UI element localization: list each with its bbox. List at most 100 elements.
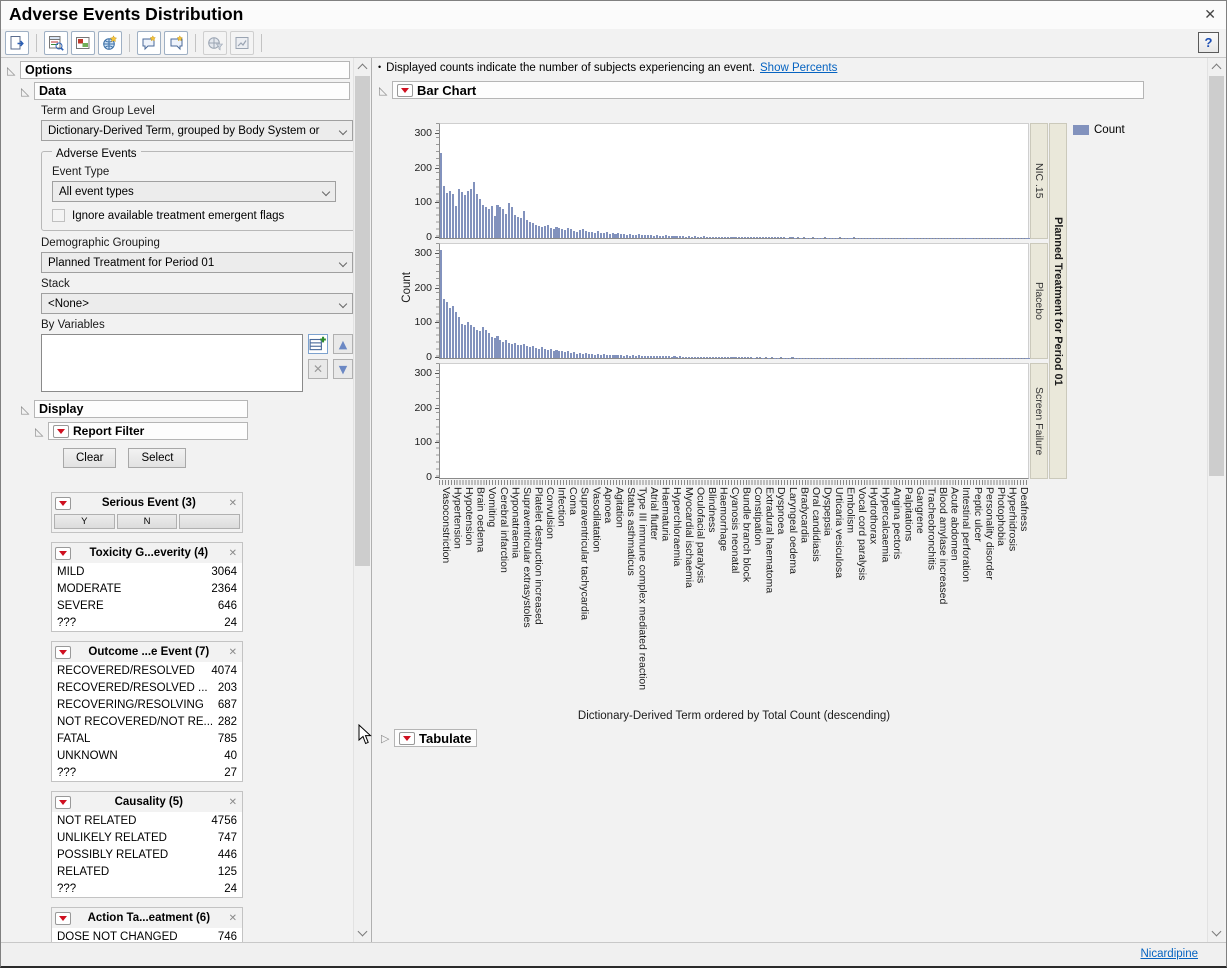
bar[interactable] <box>697 237 699 238</box>
bar[interactable] <box>638 234 640 238</box>
bar[interactable] <box>488 209 490 238</box>
bar[interactable] <box>691 357 693 358</box>
collapse-triangle-icon[interactable]: ◺ <box>35 425 48 438</box>
bar[interactable] <box>730 357 732 358</box>
bar[interactable] <box>744 237 746 238</box>
bar[interactable] <box>650 235 652 238</box>
red-triangle-menu-icon[interactable] <box>399 732 415 745</box>
bar[interactable] <box>653 356 655 358</box>
bar[interactable] <box>623 356 625 358</box>
bar[interactable] <box>479 331 481 358</box>
bar[interactable] <box>756 237 758 238</box>
bar[interactable] <box>635 235 637 238</box>
bar[interactable] <box>502 342 504 358</box>
bar[interactable] <box>685 357 687 358</box>
bar[interactable] <box>499 207 501 238</box>
expand-triangle-icon[interactable]: ▷ <box>381 732 394 745</box>
bar[interactable] <box>452 194 454 238</box>
bar[interactable] <box>561 229 563 238</box>
bar[interactable] <box>679 356 681 358</box>
bar[interactable] <box>535 348 537 358</box>
bar[interactable] <box>508 203 510 238</box>
bar[interactable] <box>499 340 501 358</box>
bar[interactable] <box>523 211 525 238</box>
bar[interactable] <box>659 356 661 358</box>
bar[interactable] <box>564 230 566 238</box>
bar[interactable] <box>458 189 460 238</box>
bar[interactable] <box>597 354 599 358</box>
bar[interactable] <box>647 235 649 239</box>
bar[interactable] <box>753 237 755 238</box>
bar[interactable] <box>464 325 466 359</box>
select-button[interactable]: Select <box>128 448 186 468</box>
bar[interactable] <box>659 236 661 238</box>
bar[interactable] <box>735 357 737 358</box>
scroll-down-icon[interactable] <box>1208 925 1225 942</box>
bar[interactable] <box>632 355 634 358</box>
bar[interactable] <box>476 194 478 238</box>
bar[interactable] <box>526 220 528 238</box>
bar[interactable] <box>791 357 793 358</box>
filter-item-row[interactable]: RELATED125 <box>52 863 242 880</box>
bar[interactable] <box>676 236 678 238</box>
bar[interactable] <box>656 356 658 358</box>
bar[interactable] <box>553 351 555 358</box>
event-type-dropdown[interactable]: All event types <box>52 181 336 202</box>
filter-item-row[interactable]: ???24 <box>52 614 242 631</box>
filter-item-row[interactable]: DOSE NOT CHANGED746 <box>52 928 242 942</box>
bar[interactable] <box>697 357 699 358</box>
remove-variable-button[interactable]: ✕ <box>308 359 328 379</box>
panel-divider[interactable] <box>371 58 372 942</box>
bar[interactable] <box>679 236 681 238</box>
bar[interactable] <box>479 199 481 238</box>
scroll-down-icon[interactable] <box>354 925 371 942</box>
left-scrollbar-thumb[interactable] <box>355 76 370 566</box>
move-down-button[interactable]: ▼ <box>333 359 353 379</box>
bar[interactable] <box>682 236 684 238</box>
close-icon[interactable]: ✕ <box>227 913 239 924</box>
bar[interactable] <box>461 192 463 238</box>
red-triangle-menu-icon[interactable] <box>397 84 413 97</box>
filter-item-row[interactable]: POSSIBLY RELATED446 <box>52 846 242 863</box>
bar[interactable] <box>488 333 490 358</box>
collapse-triangle-icon[interactable]: ◺ <box>7 64 20 77</box>
collapse-triangle-icon[interactable]: ◺ <box>21 403 34 416</box>
demographic-grouping-dropdown[interactable]: Planned Treatment for Period 01 <box>41 252 353 273</box>
bar[interactable] <box>614 355 616 359</box>
bar[interactable] <box>585 231 587 238</box>
bar[interactable] <box>558 228 560 238</box>
bar[interactable] <box>762 237 764 238</box>
bar[interactable] <box>482 327 484 358</box>
bar[interactable] <box>491 337 493 358</box>
show-percents-link[interactable]: Show Percents <box>760 62 837 74</box>
bar[interactable] <box>839 237 841 238</box>
bar[interactable] <box>505 214 507 239</box>
tabulate-header[interactable]: Tabulate <box>394 729 477 747</box>
bar[interactable] <box>671 357 673 358</box>
scroll-up-icon[interactable] <box>354 58 371 75</box>
bar[interactable] <box>706 237 708 238</box>
bar[interactable] <box>582 354 584 358</box>
red-triangle-menu-icon[interactable] <box>53 425 69 438</box>
bar[interactable] <box>647 356 649 358</box>
filter-item-row[interactable]: ???27 <box>52 764 242 781</box>
bar[interactable] <box>741 237 743 238</box>
bar[interactable] <box>803 237 805 238</box>
bar-chart-header[interactable]: Bar Chart <box>392 81 1144 99</box>
bar[interactable] <box>650 356 652 358</box>
bar[interactable] <box>467 191 469 238</box>
options-header[interactable]: Options <box>20 61 350 79</box>
bar[interactable] <box>496 336 498 359</box>
bar[interactable] <box>700 237 702 238</box>
bar[interactable] <box>567 351 569 358</box>
bar[interactable] <box>461 324 463 358</box>
bar[interactable] <box>443 186 445 239</box>
bar[interactable] <box>541 347 543 358</box>
bar[interactable] <box>603 233 605 239</box>
bar[interactable] <box>485 330 487 358</box>
bar[interactable] <box>623 234 625 238</box>
bar[interactable] <box>732 357 734 358</box>
edit-note-icon[interactable] <box>164 31 188 55</box>
bar[interactable] <box>676 357 678 358</box>
journal-icon[interactable] <box>5 31 29 55</box>
